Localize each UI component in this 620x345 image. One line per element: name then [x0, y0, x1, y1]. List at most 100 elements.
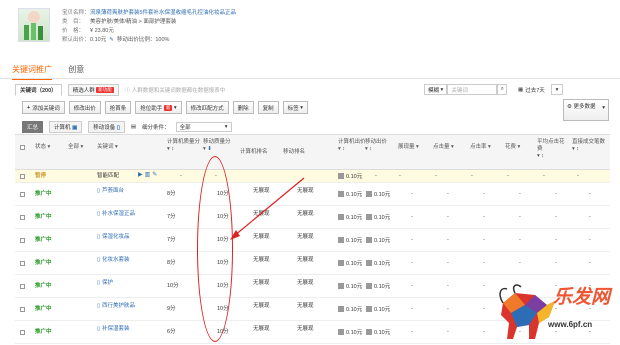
edit-match-button[interactable]: 修改匹配方式: [185, 101, 229, 114]
status-text: 推广中: [35, 214, 52, 220]
col-mobile-quality[interactable]: 移动质量分 ▾ ⬇: [203, 139, 239, 153]
row-checkbox[interactable]: [20, 330, 25, 335]
keyword-link[interactable]: 保护: [102, 280, 113, 287]
chevron-down-icon: ▾: [555, 86, 559, 93]
tab-creative[interactable]: 创意: [68, 64, 84, 75]
col-mobile-rank[interactable]: 移动排名: [283, 149, 305, 156]
col-pc-rank[interactable]: 计算机排名: [240, 149, 268, 156]
mobile-icon: [366, 283, 372, 289]
mobile-rank-text: 无展现: [297, 257, 314, 263]
empty-value: -: [555, 237, 557, 243]
tab-keywords[interactable]: 关键词（200）: [15, 84, 62, 96]
edit-bid-button[interactable]: 修改出价: [68, 101, 101, 114]
match-select[interactable]: 模糊 ▾: [424, 84, 448, 95]
status-text: 推广中: [35, 306, 52, 312]
filter-computer[interactable]: 计算机 ▣: [49, 121, 83, 133]
col-avg-cpc[interactable]: 平均点击花费 ▾ ↕: [537, 139, 567, 160]
keyword-link[interactable]: 芦荟面台: [102, 188, 124, 195]
col-pc-bid[interactable]: 计算机出价 ▾ ↕: [338, 139, 368, 153]
keyword-link[interactable]: 西行美护肤品: [102, 303, 135, 310]
category-value: 美容护肤/美体/精油 > 面部护理套装: [90, 19, 177, 25]
row-checkbox[interactable]: [20, 261, 25, 266]
pc-rank-text: 无展现: [253, 303, 270, 309]
watermark-logo-text: 乐发网: [553, 286, 611, 308]
col-status[interactable]: 状态 ▾: [35, 144, 50, 151]
more-data-button[interactable]: ⚙ 更多数据 ▾: [563, 99, 609, 121]
empty-value: -: [447, 191, 449, 197]
col-ctr[interactable]: 点击率 ▾: [470, 144, 491, 151]
col-pc-quality[interactable]: 计算机质量分 ▾ ↕: [167, 139, 203, 153]
tab-precise-crowd[interactable]: 精选人群 新功能: [67, 84, 119, 96]
keyword-search-input[interactable]: 关键词: [447, 84, 498, 95]
col-direct-orders[interactable]: 直接成交笔数 ▾ ↕: [572, 139, 608, 153]
computer-icon: [338, 329, 344, 335]
delete-button[interactable]: 删除: [232, 101, 254, 114]
watermark-url: www.6pf.cn: [548, 320, 593, 329]
row-checkbox[interactable]: [20, 215, 25, 220]
keyword-link[interactable]: 化妆水套装: [102, 257, 130, 264]
search-icon: ⌕: [500, 86, 504, 92]
keyword-link[interactable]: 补水保湿正品: [102, 211, 135, 218]
empty-value: -: [519, 214, 521, 220]
mobile-icon: ▯: [97, 326, 101, 332]
col-all[interactable]: 全部 ▾: [68, 144, 83, 151]
col-cost[interactable]: 花费 ▾: [505, 144, 520, 151]
copy-button[interactable]: 复制: [257, 101, 279, 114]
grab-first-button[interactable]: 抢首条: [104, 101, 132, 114]
chevron-down-icon: ▾: [602, 105, 605, 111]
filter-label: 移动设备: [93, 125, 116, 131]
product-thumbnail[interactable]: [18, 8, 50, 42]
select-all-checkbox[interactable]: [20, 145, 25, 150]
label: 移动出价比例：: [116, 37, 156, 43]
edit-icon[interactable]: ✎: [109, 37, 114, 43]
col-impressions[interactable]: 展现量 ▾: [398, 144, 419, 151]
product-title-line: 宝贝名称：流泉薄荷爽肤护套装5件套补水保湿收缩毛孔控油化妆品正品: [62, 9, 236, 18]
col-keyword[interactable]: 关键词 ▾: [97, 144, 118, 151]
empty-value: -: [483, 329, 485, 335]
keyword-cell: ▯ 补保湿套装: [97, 326, 141, 333]
tag-button[interactable]: 标签 ▾: [282, 101, 308, 114]
keyword-link[interactable]: 保湿化妆品: [102, 234, 130, 241]
row-checkbox[interactable]: [20, 174, 25, 179]
pc-bid-value: 0.10元: [346, 215, 363, 221]
filter-all[interactable]: 汇总: [22, 121, 44, 133]
condition-select[interactable]: 全部 ▾: [175, 122, 232, 132]
row-checkbox[interactable]: [20, 238, 25, 243]
mobile-icon: [366, 260, 372, 266]
edit-icon[interactable]: ✎: [152, 172, 157, 178]
empty-value: -: [447, 237, 449, 243]
search-button[interactable]: ⌕: [497, 84, 508, 95]
row-action-icons: ▶ ▥ ✎: [138, 172, 159, 179]
date-dropdown-button[interactable]: ▾: [551, 84, 563, 95]
row-checkbox[interactable]: [20, 284, 25, 289]
keyword-cell: ▯ 芦荟面台: [97, 188, 141, 195]
empty-value: -: [589, 237, 591, 243]
chart-icon[interactable]: ▥: [145, 172, 151, 178]
row-checkbox[interactable]: [20, 192, 25, 197]
row-checkbox[interactable]: [20, 307, 25, 312]
filter-mobile[interactable]: 移动设备 ▯: [88, 121, 125, 133]
col-mobile-bid[interactable]: 移动出价 ▾ ↕: [365, 139, 395, 153]
computer-icon: [338, 191, 344, 197]
keyword-link[interactable]: 补保湿套装: [102, 326, 130, 333]
chevron-down-icon: ▾: [440, 86, 444, 93]
empty-value: -: [375, 173, 377, 179]
status-text: 推广中: [35, 283, 52, 289]
bid-line: 默认出价：0.10元 ✎ 移动出价比例：100%: [62, 36, 169, 45]
condition-label: 细分条件：: [142, 125, 170, 131]
date-range-select[interactable]: ▦ 过去7天: [515, 84, 551, 95]
pc-bid-cell: 0.10元: [338, 214, 362, 222]
column-label: 关键词: [97, 144, 114, 150]
table-row: 推广中 ▯ 芦荟面台 8分 10分 无展现 无展现 0.10元 0.10元 - - - - - -: [15, 183, 610, 206]
status-text: 推广中: [35, 237, 52, 243]
add-keyword-button[interactable]: + 添加关键词: [22, 101, 65, 114]
empty-value: -: [555, 214, 557, 220]
product-title-link[interactable]: 流泉薄荷爽肤护套装5件套补水保湿收缩毛孔控油化妆品正品: [90, 10, 236, 16]
rank-helper-button[interactable]: 抢位助手 新 ▾: [135, 101, 182, 114]
mobile-bid-value: 0.10元: [374, 330, 391, 336]
table-header: 状态 ▾ 全部 ▾ 关键词 ▾ 计算机质量分 ▾ ↕ 移动质量分 ▾ ⬇ 计算机排名…: [15, 134, 610, 170]
col-clicks[interactable]: 点击量 ▾: [433, 144, 454, 151]
play-icon[interactable]: ▶: [138, 172, 143, 178]
keyword-cell: ▯ 保护: [97, 280, 141, 287]
mobile-bid-cell: 0.10元: [366, 329, 390, 337]
